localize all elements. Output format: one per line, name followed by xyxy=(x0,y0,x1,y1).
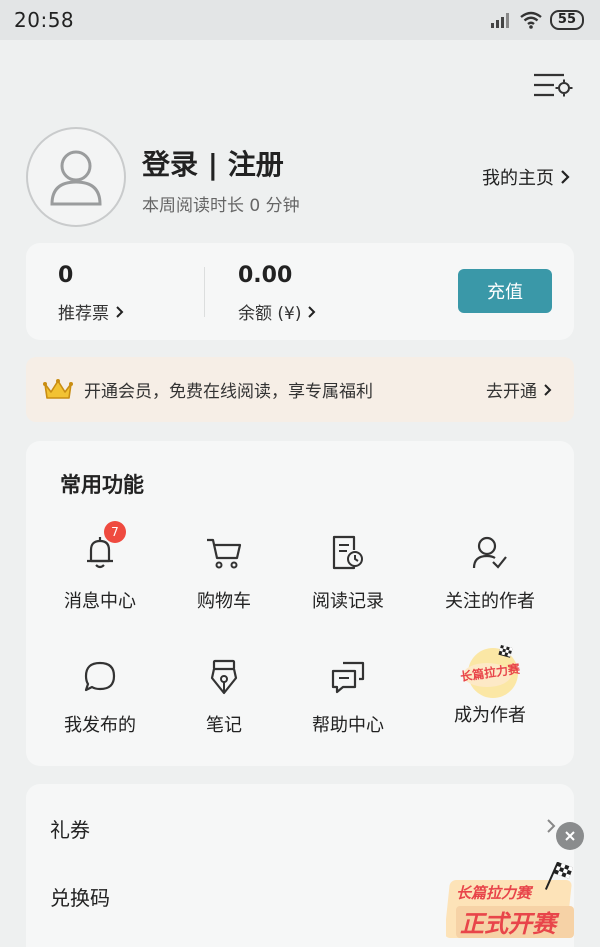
func-label: 成为作者 xyxy=(454,705,526,726)
func-notes[interactable]: 笔记 xyxy=(154,655,294,737)
recommend-tickets-label: 推荐票 xyxy=(58,304,109,324)
writer-contest-logo: 长篇拉力赛 xyxy=(457,643,523,698)
avatar[interactable] xyxy=(26,127,126,227)
chevron-right-icon xyxy=(308,305,316,318)
my-homepage-label: 我的主页 xyxy=(482,168,554,189)
func-help-center[interactable]: 帮助中心 xyxy=(278,655,418,737)
wallet-card: 0 推荐票 0.00 余额 (¥) 充值 xyxy=(26,243,574,340)
promo-line1: 长篇拉力赛 xyxy=(456,884,534,902)
pen-nib-icon xyxy=(210,659,238,695)
reading-history-icon xyxy=(332,535,363,570)
weekly-reading-time: 本周阅读时长 0 分钟 xyxy=(142,196,300,216)
menu-item-label: 礼券 xyxy=(50,818,90,842)
func-label: 阅读记录 xyxy=(312,591,384,612)
menu-settings-icon xyxy=(534,73,573,97)
crown-icon xyxy=(43,378,73,399)
common-functions-card: 常用功能 7 消息中心 购物车 阅读记录 关注的作者 我发布的 笔记 帮助中心 … xyxy=(26,441,574,766)
func-my-posts[interactable]: 我发布的 xyxy=(30,655,170,737)
vip-activate-label: 去开通 xyxy=(486,382,537,402)
func-become-author[interactable]: 长篇拉力赛 成为作者 xyxy=(420,645,560,727)
chevron-right-icon xyxy=(544,383,552,396)
notification-badge: 7 xyxy=(104,521,126,543)
chevron-right-icon xyxy=(116,305,124,318)
help-chat-icon xyxy=(331,661,365,694)
promo-float-banner[interactable]: 长篇拉力赛 正式开赛 xyxy=(444,861,582,944)
my-homepage-link[interactable]: 我的主页 xyxy=(482,164,570,190)
status-bar: 20:58 55 xyxy=(0,0,600,40)
section-title: 常用功能 xyxy=(60,473,144,497)
vip-promo-text: 开通会员，免费在线阅读，享专属福利 xyxy=(84,382,373,402)
func-label: 关注的作者 xyxy=(445,591,535,612)
followed-author-icon xyxy=(472,536,507,569)
status-time: 20:58 xyxy=(14,8,75,32)
func-followed-authors[interactable]: 关注的作者 xyxy=(420,531,560,613)
recharge-button[interactable]: 充值 xyxy=(458,269,552,313)
balance-value: 0.00 xyxy=(238,263,293,288)
menu-item-redeem-code[interactable]: 兑换码 xyxy=(50,882,110,911)
close-promo-button[interactable] xyxy=(556,822,584,850)
wallet-divider xyxy=(204,267,205,317)
balance-link[interactable]: 余额 (¥) xyxy=(238,299,316,324)
func-message-center[interactable]: 7 消息中心 xyxy=(30,521,170,613)
func-label: 帮助中心 xyxy=(312,715,384,736)
balance-label: 余额 (¥) xyxy=(238,304,302,324)
close-icon xyxy=(565,831,575,841)
func-label: 购物车 xyxy=(197,591,251,612)
user-placeholder-icon xyxy=(50,150,102,206)
cart-icon xyxy=(207,538,242,569)
vip-activate-link[interactable]: 去开通 xyxy=(486,377,552,402)
promo-line2: 正式开赛 xyxy=(460,910,560,938)
login-register-link[interactable]: 登录 | 注册 xyxy=(142,143,284,183)
signal-icon xyxy=(490,13,509,28)
status-icons: 55 xyxy=(490,10,584,30)
func-label: 我发布的 xyxy=(64,715,136,736)
menu-item-label: 兑换码 xyxy=(50,886,110,910)
chevron-right-icon xyxy=(561,170,570,184)
vip-banner[interactable]: 开通会员，免费在线阅读，享专属福利 去开通 xyxy=(26,357,574,422)
func-label: 消息中心 xyxy=(64,591,136,612)
recommend-tickets-count: 0 xyxy=(58,263,74,288)
func-label: 笔记 xyxy=(206,715,242,736)
func-shopping-cart[interactable]: 购物车 xyxy=(154,531,294,613)
battery-indicator: 55 xyxy=(549,10,584,30)
func-reading-history[interactable]: 阅读记录 xyxy=(278,531,418,613)
chevron-right-icon xyxy=(547,819,556,833)
chat-bubble-icon xyxy=(84,661,116,692)
wifi-icon xyxy=(520,11,542,29)
recommend-tickets-link[interactable]: 推荐票 xyxy=(58,299,124,324)
menu-item-coupons[interactable]: 礼券 xyxy=(50,814,90,843)
settings-menu-button[interactable] xyxy=(530,70,574,100)
